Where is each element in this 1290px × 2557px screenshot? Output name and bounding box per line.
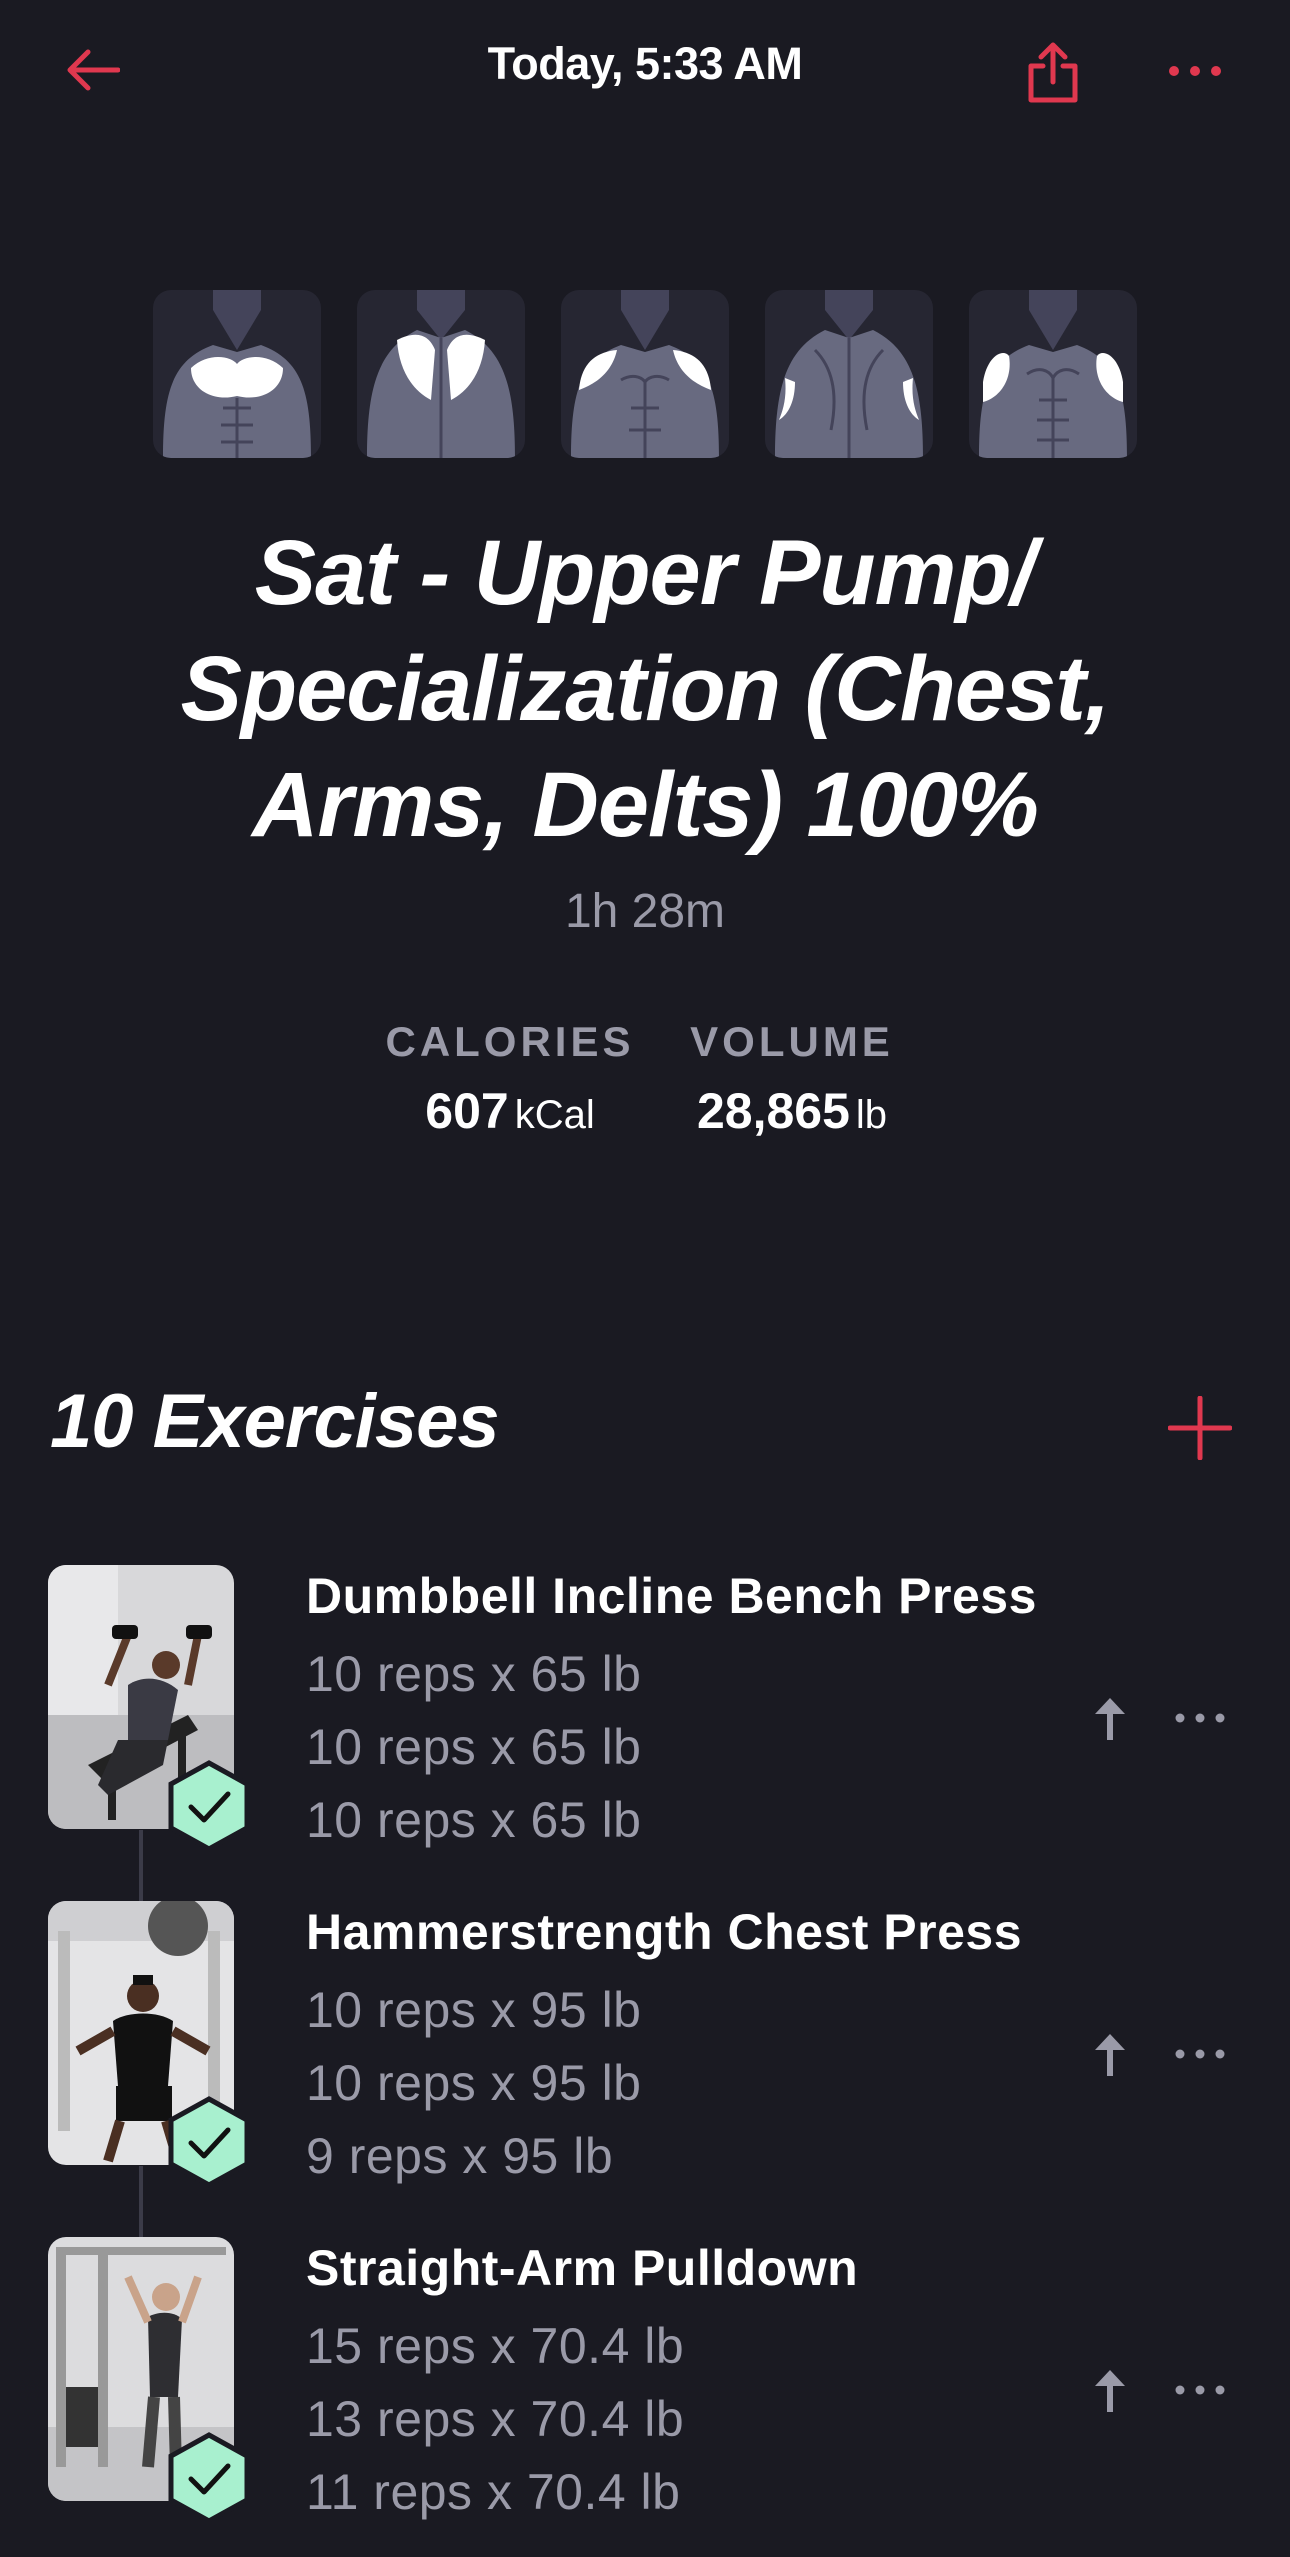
calories-value-row: 607 kCal [380,1082,640,1140]
muscle-delts-thumbnail [561,290,729,458]
set-detail: 10 reps x 95 lb [306,1982,642,2038]
set-detail: 11 reps x 70.4 lb [306,2464,681,2520]
set-detail: 10 reps x 65 lb [306,1719,642,1775]
more-options-button[interactable] [1155,36,1235,106]
share-icon [1028,42,1078,103]
more-horizontal-icon [1175,2049,1225,2059]
exercises-heading: 10 Exercises [50,1379,500,1464]
more-horizontal-icon [1175,2385,1225,2395]
muscle-chest-thumbnail [153,290,321,458]
calories-stat: CALORIES 607 kCal [380,1018,640,1140]
volume-unit: lb [855,1093,888,1137]
exercise-row[interactable]: Hammerstrength Chest Press 10 reps x 95 … [0,1901,1290,2221]
workout-duration: 1h 28m [564,885,726,938]
exercise-row[interactable]: Straight-Arm Pulldown 15 reps x 70.4 lb … [0,2237,1290,2557]
move-up-button[interactable] [1080,2355,1140,2425]
volume-label: VOLUME [690,1018,894,1065]
muscle-group-thumbnails [153,290,1137,458]
muscle-arms-thumbnail [969,290,1137,458]
set-detail: 15 reps x 70.4 lb [306,2318,685,2374]
set-detail: 10 reps x 95 lb [306,2055,642,2111]
share-button[interactable] [1008,28,1098,118]
move-up-button[interactable] [1080,1683,1140,1753]
muscle-back-thumbnail [357,290,525,458]
set-detail: 9 reps x 95 lb [306,2128,614,2184]
exercise-name: Dumbbell Incline Bench Press [306,1568,1037,1624]
more-horizontal-icon [1175,1713,1225,1723]
volume-value: 28,865 [696,1083,850,1139]
set-detail: 13 reps x 70.4 lb [306,2391,685,2447]
arrow-up-icon [1095,2370,1125,2412]
arrow-up-icon [1095,1698,1125,1740]
more-horizontal-icon [1169,66,1221,76]
plus-icon [1168,1396,1232,1460]
add-exercise-button[interactable] [1160,1388,1240,1468]
volume-stat: VOLUME 28,865 lb [672,1018,912,1140]
muscle-triceps-thumbnail [765,290,933,458]
workout-title: Sat - Upper Pump/ Specialization (Chest,… [180,522,1111,856]
calories-unit: kCal [514,1093,595,1137]
move-up-button[interactable] [1080,2019,1140,2089]
calories-value: 607 [425,1083,509,1139]
exercise-name: Straight-Arm Pulldown [306,2240,859,2296]
calories-label: CALORIES [385,1018,635,1065]
completed-check-icon [166,2432,252,2524]
set-detail: 10 reps x 65 lb [306,1646,642,1702]
exercise-more-button[interactable] [1165,2365,1235,2415]
arrow-up-icon [1095,2034,1125,2076]
completed-check-icon [166,2096,252,2188]
volume-value-row: 28,865 lb [672,1082,912,1140]
completed-check-icon [166,1760,252,1852]
set-detail: 10 reps x 65 lb [306,1792,642,1848]
exercise-more-button[interactable] [1165,2029,1235,2079]
exercise-more-button[interactable] [1165,1693,1235,1743]
exercise-name: Hammerstrength Chest Press [306,1904,1023,1960]
exercise-row[interactable]: Dumbbell Incline Bench Press 10 reps x 6… [0,1565,1290,1885]
